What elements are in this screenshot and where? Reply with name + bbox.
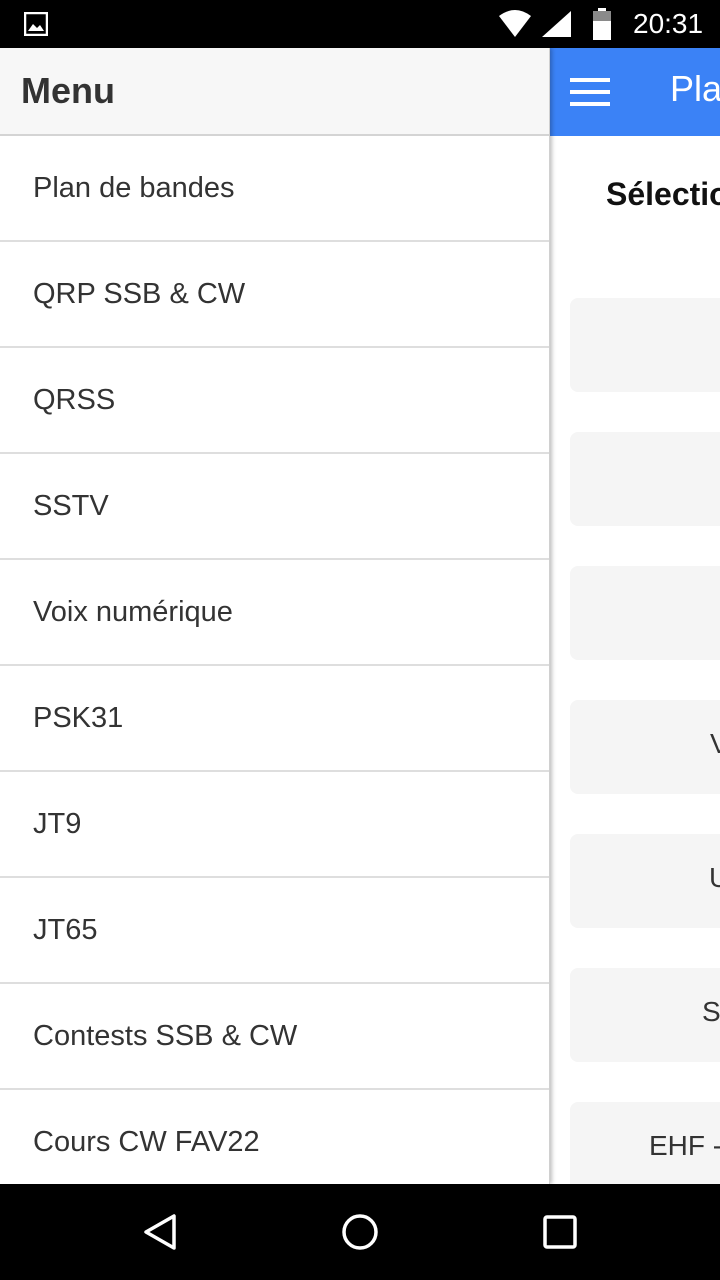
menu-item-sstv[interactable]: SSTV [0,454,549,560]
system-nav-bar [0,1184,720,1280]
menu-item-jt65[interactable]: JT65 [0,878,549,984]
status-bar: 20:31 [0,0,720,48]
menu-item-plan-de-bandes[interactable]: Plan de bandes [0,136,549,242]
drawer-header: Menu [0,48,549,136]
status-clock: 20:31 [633,8,704,39]
menu-item-label: QRSS [33,384,116,416]
menu-item-qrss[interactable]: QRSS [0,348,549,454]
signal-icon [542,11,571,37]
menu-item-label: SSTV [33,490,109,522]
menu-item-contests-ssb-cw[interactable]: Contests SSB & CW [0,984,549,1090]
menu-item-qrp-ssb-cw[interactable]: QRP SSB & CW [0,242,549,348]
navigation-drawer: Menu Plan de bandes QRP SSB & CW QRSS SS… [0,48,550,1184]
menu-item-label: JT65 [33,914,98,946]
hamburger-menu-icon[interactable] [570,78,610,106]
band-button[interactable]: V [570,700,720,794]
app-toolbar: Pla [550,48,720,136]
band-button[interactable] [570,298,720,392]
app-content: Sélectio V U S EHF - [550,136,720,1184]
menu-item-label: QRP SSB & CW [33,278,246,310]
app-heading: Sélectio [606,176,720,212]
menu-item-label: Cours CW FAV22 [33,1126,260,1158]
back-icon[interactable] [140,1212,180,1252]
band-button[interactable] [570,566,720,660]
wifi-icon [499,10,531,37]
app-title: Pla [670,68,720,109]
menu-item-label: Voix numérique [33,596,233,628]
menu-item-label: Contests SSB & CW [33,1020,298,1052]
menu-item-cours-cw-fav22[interactable]: Cours CW FAV22 [0,1090,549,1184]
drawer-title: Menu [21,70,115,111]
screen: 20:31 Pla Sélectio V U S EHF - Menu Plan… [0,0,720,1280]
band-button[interactable]: EHF - [570,1102,720,1184]
menu-item-voix-numerique[interactable]: Voix numérique [0,560,549,666]
menu-item-label: JT9 [33,808,82,840]
recents-icon[interactable] [540,1212,580,1252]
menu-item-label: PSK31 [33,702,124,734]
drawer-menu-list: Plan de bandes QRP SSB & CW QRSS SSTV Vo… [0,136,549,1184]
band-button[interactable]: U [570,834,720,928]
menu-item-jt9[interactable]: JT9 [0,772,549,878]
battery-icon [593,8,611,40]
gallery-icon [24,12,48,36]
home-icon[interactable] [340,1212,380,1252]
band-button[interactable] [570,432,720,526]
menu-item-psk31[interactable]: PSK31 [0,666,549,772]
menu-item-label: Plan de bandes [33,172,235,204]
band-button[interactable]: S [570,968,720,1062]
